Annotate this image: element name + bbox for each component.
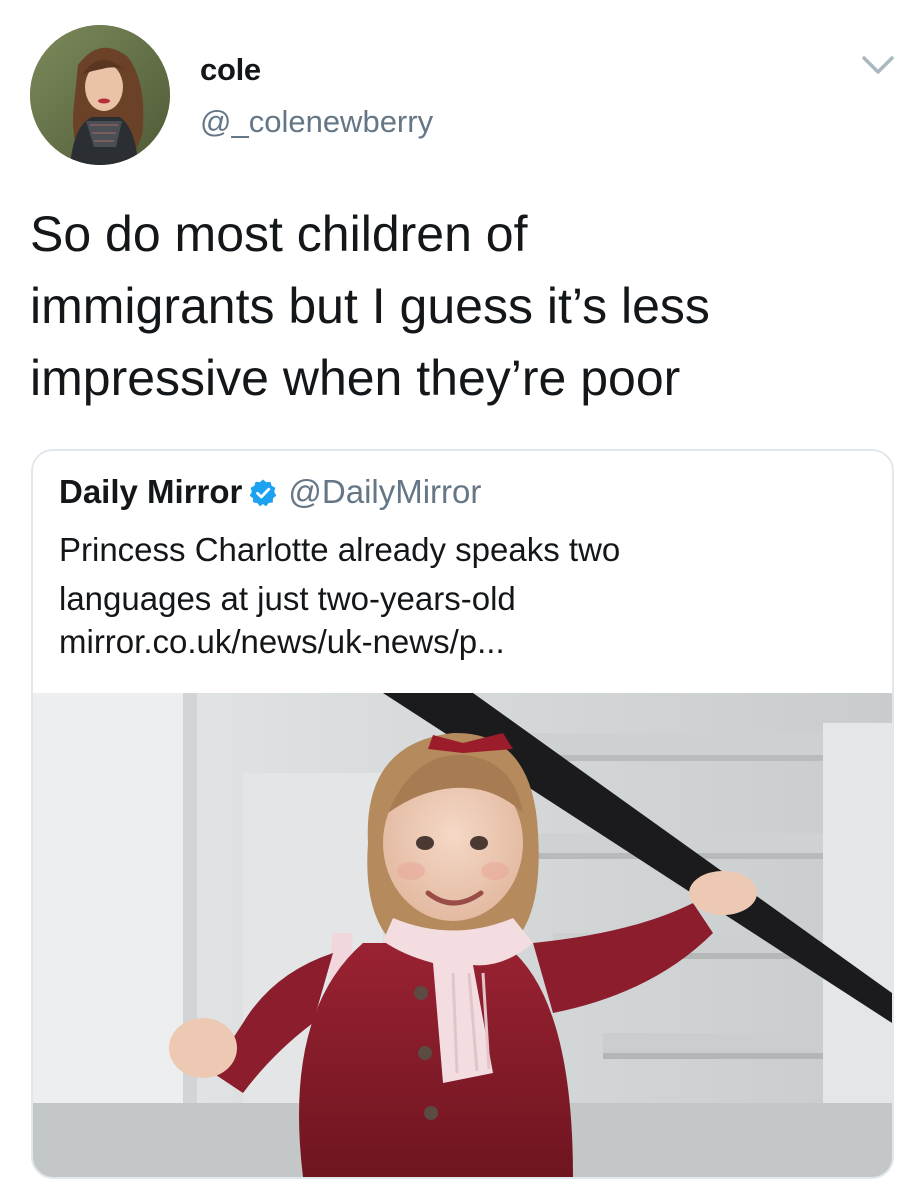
tweet-text-line: So do most children of	[30, 206, 528, 262]
tweet: cole @_colenewberry So do most children …	[0, 0, 923, 1200]
quoted-text-line: languages at just two-years-old	[59, 580, 516, 617]
quoted-tweet-header: Daily Mirror @DailyMirror	[59, 473, 481, 516]
tweet-text-line: immigrants but I guess it’s less	[30, 278, 710, 334]
quoted-handle[interactable]: @DailyMirror	[288, 473, 481, 510]
quoted-text-line: Princess Charlotte already speaks two	[59, 531, 621, 568]
quoted-photo[interactable]	[33, 693, 892, 1177]
verified-badge-icon	[248, 478, 278, 516]
quoted-tweet-text: Princess Charlotte already speaks two la…	[59, 525, 859, 623]
tweet-text-line: impressive when they’re poor	[30, 350, 681, 406]
avatar[interactable]	[30, 25, 170, 165]
quoted-link[interactable]: mirror.co.uk/news/uk-news/p...	[59, 623, 505, 661]
quoted-tweet-card[interactable]: Daily Mirror @DailyMirror Princess Charl…	[31, 449, 894, 1179]
user-handle[interactable]: @_colenewberry	[200, 104, 433, 140]
quoted-display-name[interactable]: Daily Mirror	[59, 473, 242, 510]
display-name[interactable]: cole	[200, 52, 261, 88]
chevron-down-icon[interactable]	[858, 50, 898, 80]
tweet-text: So do most children of immigrants but I …	[30, 198, 890, 414]
